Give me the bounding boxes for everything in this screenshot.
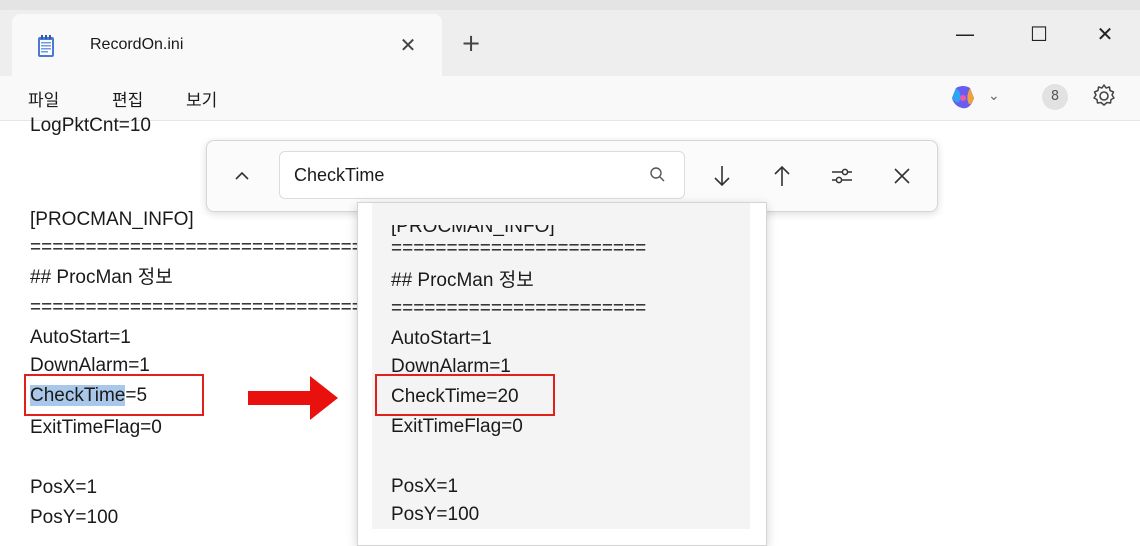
close-icon[interactable] [887,161,917,191]
new-tab-button[interactable]: + [456,28,486,58]
account-icon[interactable]: 8 [1042,84,1068,110]
editor-line: ## ProcMan 정보 [30,267,173,288]
arrow-up-icon[interactable] [767,161,797,191]
editor-line: [PROCMAN_INFO] [30,209,194,230]
preview-line: PosY=100 [391,504,480,525]
menu-view[interactable]: 보기 [186,86,217,111]
copilot-icon[interactable] [948,84,978,112]
options-icon[interactable] [827,161,857,191]
arrow-down-icon[interactable] [707,161,737,191]
annotation-box-edited [375,374,555,416]
editor-line: ExitTimeFlag=0 [30,417,162,438]
editor-line: PosY=100 [30,507,119,528]
editor-line: PosX=1 [30,477,98,498]
preview-line: ExitTimeFlag=0 [391,416,523,437]
title-bar: RecordOn.ini ✕ + — ☐ ✕ [0,0,1140,76]
find-input[interactable] [279,151,685,199]
top-strip [0,0,1140,10]
menu-edit[interactable]: 편집 [112,86,143,111]
tab-recordon-ini[interactable]: RecordOn.ini ✕ [12,14,442,76]
preview-line: AutoStart=1 [391,328,492,349]
preview-line: PosX=1 [391,476,459,497]
tab-close-button[interactable]: ✕ [393,30,423,60]
maximize-button[interactable]: ☐ [1014,14,1064,54]
notepad-icon [38,35,54,57]
menu-file[interactable]: 파일 [28,86,59,111]
editor-line: LogPktCnt=10 [30,115,151,136]
minimize-button[interactable]: — [940,14,990,54]
annotation-box-original [24,374,204,416]
red-arrow-icon [248,376,338,420]
editor-line: AutoStart=1 [30,327,131,348]
search-icon[interactable] [648,165,668,185]
close-button[interactable]: ✕ [1080,14,1130,54]
preview-line: ======================= [391,298,647,319]
chevron-up-icon[interactable] [227,161,257,191]
tab-title: RecordOn.ini [90,36,184,53]
chevron-down-icon[interactable]: ⌄ [988,88,1000,104]
gear-icon[interactable] [1090,82,1118,110]
preview-line: ## ProcMan 정보 [391,270,534,291]
preview-line: ======================= [391,238,647,259]
